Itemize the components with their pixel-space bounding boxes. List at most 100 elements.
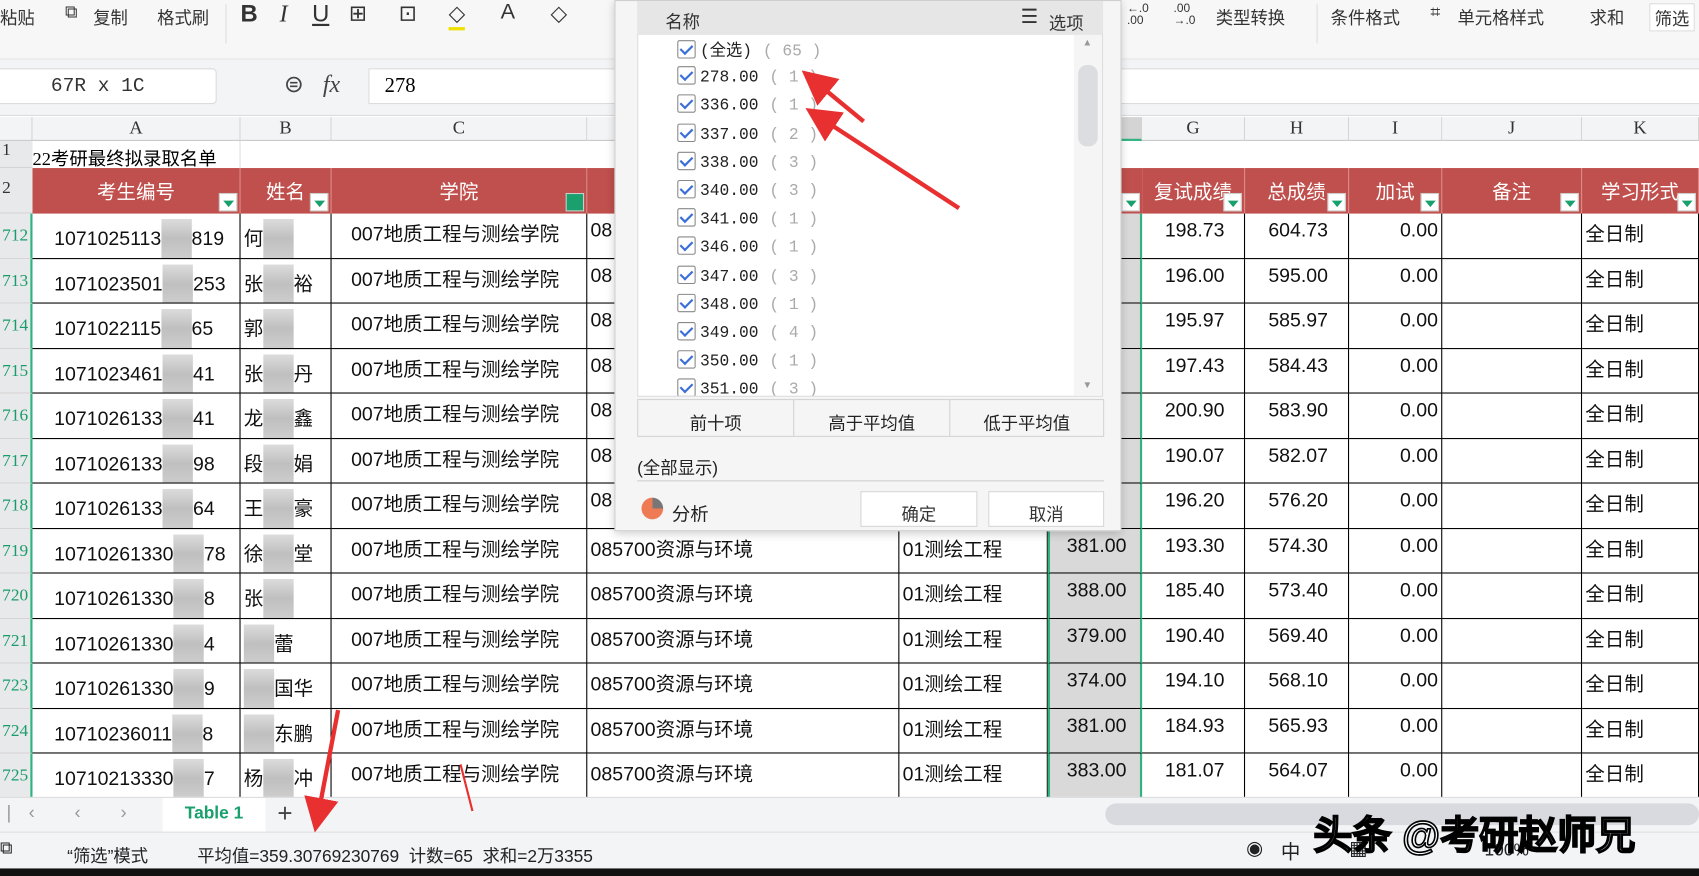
- checkbox-checked[interactable]: [677, 236, 696, 256]
- cell-extra[interactable]: 0.00: [1349, 213, 1443, 259]
- checkbox-checked[interactable]: [677, 378, 696, 396]
- cell-total[interactable]: 604.73: [1245, 213, 1350, 259]
- cell-mode[interactable]: 全日制: [1582, 258, 1699, 304]
- scroll-up-icon[interactable]: ▲: [1083, 37, 1093, 48]
- cell-retest[interactable]: 181.07: [1142, 753, 1246, 799]
- cell-dir[interactable]: 01测绘工程: [899, 753, 1048, 799]
- cell-college[interactable]: 007地质工程与测绘学院: [331, 438, 588, 484]
- column-header-I[interactable]: I: [1349, 117, 1443, 141]
- checkbox-checked[interactable]: [677, 179, 696, 199]
- row-header[interactable]: 715: [0, 348, 33, 394]
- filter-option[interactable]: 337.00 ( 2 ): [677, 123, 818, 151]
- cell-score[interactable]: 388.00: [1047, 573, 1143, 619]
- cell-retest[interactable]: 184.93: [1142, 708, 1246, 754]
- filter-dropdown-icon[interactable]: [1560, 192, 1579, 212]
- cell-note[interactable]: [1442, 708, 1583, 754]
- cell-college[interactable]: 007地质工程与测绘学院: [331, 213, 588, 259]
- checkbox-checked[interactable]: [677, 265, 696, 284]
- add-sheet-button[interactable]: +: [277, 799, 292, 829]
- cell-retest[interactable]: 190.40: [1142, 618, 1246, 664]
- cell-note[interactable]: [1442, 528, 1583, 574]
- cell-college[interactable]: 007地质工程与测绘学院: [331, 708, 588, 754]
- cell-id[interactable]: 1071026133 98: [32, 438, 241, 484]
- cell-id[interactable]: 10710261330 4: [32, 618, 241, 664]
- cell-score[interactable]: 381.00: [1047, 708, 1143, 754]
- cell-mode[interactable]: 全日制: [1582, 573, 1699, 619]
- cell-retest[interactable]: 194.10: [1142, 663, 1246, 709]
- above-average-button[interactable]: 高于平均值: [793, 398, 951, 437]
- italic-icon[interactable]: I: [280, 0, 288, 28]
- filter-dropdown-icon[interactable]: [1223, 192, 1242, 212]
- cell-major[interactable]: 085700资源与环境: [587, 528, 900, 574]
- cell-mode[interactable]: 全日制: [1582, 618, 1699, 664]
- cell-mode[interactable]: 全日制: [1582, 753, 1699, 799]
- scrollbar[interactable]: ▲ ▼: [1073, 34, 1103, 396]
- cell-total[interactable]: 583.90: [1245, 393, 1350, 439]
- filter-value-list[interactable]: ▲ ▼ (全选) ( 65 ) 278.00 ( 1 ) 336.00 ( 1 ) 337.…: [637, 33, 1104, 397]
- cell-college[interactable]: 007地质工程与测绘学院: [331, 618, 588, 664]
- column-header-G[interactable]: G: [1142, 117, 1246, 141]
- scroll-down-icon[interactable]: ▼: [1083, 379, 1093, 390]
- checkbox-checked[interactable]: [677, 40, 696, 59]
- cell-id[interactable]: 10710261330 9: [32, 663, 241, 709]
- cell-mode[interactable]: 全日制: [1582, 528, 1699, 574]
- cell-id[interactable]: 1071026133 64: [32, 483, 241, 529]
- cell-extra[interactable]: 0.00: [1349, 348, 1443, 394]
- cell-major[interactable]: 085700资源与环境: [587, 708, 900, 754]
- row-header[interactable]: 712: [0, 213, 33, 259]
- conditional-format-button[interactable]: 条件格式: [1331, 3, 1400, 29]
- cell-name[interactable]: 郭: [240, 303, 332, 349]
- row-header[interactable]: 713: [0, 258, 33, 304]
- cell-note[interactable]: [1442, 438, 1583, 484]
- cell-name[interactable]: 段娟: [240, 438, 332, 484]
- filter-option[interactable]: 347.00 ( 3 ): [677, 265, 818, 293]
- macro-icon[interactable]: ⧉: [0, 839, 12, 859]
- cell-retest[interactable]: 193.30: [1142, 528, 1246, 574]
- cell-note[interactable]: [1442, 483, 1583, 529]
- below-average-button[interactable]: 低于平均值: [949, 398, 1105, 437]
- fill-color-icon[interactable]: ◇: [448, 0, 466, 31]
- column-header-H[interactable]: H: [1245, 117, 1350, 141]
- filter-option[interactable]: 346.00 ( 1 ): [677, 236, 818, 265]
- row-header-1[interactable]: 1: [0, 140, 33, 169]
- cell-retest[interactable]: 195.97: [1142, 303, 1246, 349]
- eraser-icon[interactable]: ◇: [550, 0, 567, 27]
- cell-college[interactable]: 007地质工程与测绘学院: [331, 348, 588, 394]
- cell-dir[interactable]: 01测绘工程: [899, 663, 1048, 709]
- layout-icon[interactable]: 中: [1281, 837, 1301, 865]
- cell-name[interactable]: 蕾: [240, 618, 332, 664]
- filter-option[interactable]: 341.00 ( 1 ): [677, 208, 818, 236]
- cell-extra[interactable]: 0.00: [1349, 573, 1443, 619]
- underline-icon[interactable]: U: [312, 0, 329, 28]
- cell-retest[interactable]: 185.40: [1142, 573, 1246, 619]
- column-header-J[interactable]: J: [1442, 117, 1583, 141]
- filter-option[interactable]: 350.00 ( 1 ): [677, 350, 818, 378]
- border-icon[interactable]: ⊞: [349, 0, 367, 27]
- filter-active-icon[interactable]: [565, 192, 585, 212]
- cell-name[interactable]: 龙鑫: [240, 393, 332, 439]
- cell-mode[interactable]: 全日制: [1582, 303, 1699, 349]
- cell-note[interactable]: [1442, 303, 1583, 349]
- row-header[interactable]: 720: [0, 573, 33, 619]
- title-cell[interactable]: 22考研最终拟录取名单: [33, 140, 241, 169]
- cell-mode[interactable]: 全日制: [1582, 483, 1699, 529]
- cell-total[interactable]: 584.43: [1245, 348, 1350, 394]
- ok-button[interactable]: 确定: [860, 491, 978, 527]
- cell-total[interactable]: 582.07: [1245, 438, 1350, 484]
- copy-button[interactable]: 复制: [93, 3, 128, 29]
- cell-dir[interactable]: 01测绘工程: [899, 528, 1048, 574]
- cell-major[interactable]: 085700资源与环境: [587, 618, 900, 664]
- cell-extra[interactable]: 0.00: [1349, 393, 1443, 439]
- filter-option[interactable]: 351.00 ( 3 ): [677, 378, 818, 396]
- cell-college[interactable]: 007地质工程与测绘学院: [331, 663, 588, 709]
- cell-retest[interactable]: 190.07: [1142, 438, 1246, 484]
- cell-college[interactable]: 007地质工程与测绘学院: [331, 303, 588, 349]
- cell-total[interactable]: 564.07: [1245, 753, 1350, 799]
- cell-id[interactable]: 1071025113 819: [32, 213, 241, 259]
- cell-retest[interactable]: 198.73: [1142, 213, 1246, 259]
- checkbox-checked[interactable]: [677, 293, 696, 313]
- cell-total[interactable]: 574.30: [1245, 528, 1350, 574]
- cell-extra[interactable]: 0.00: [1349, 258, 1443, 304]
- decimal-increase-icon[interactable]: .00 →.0: [1174, 3, 1196, 27]
- filter-option[interactable]: 340.00 ( 3 ): [677, 179, 818, 208]
